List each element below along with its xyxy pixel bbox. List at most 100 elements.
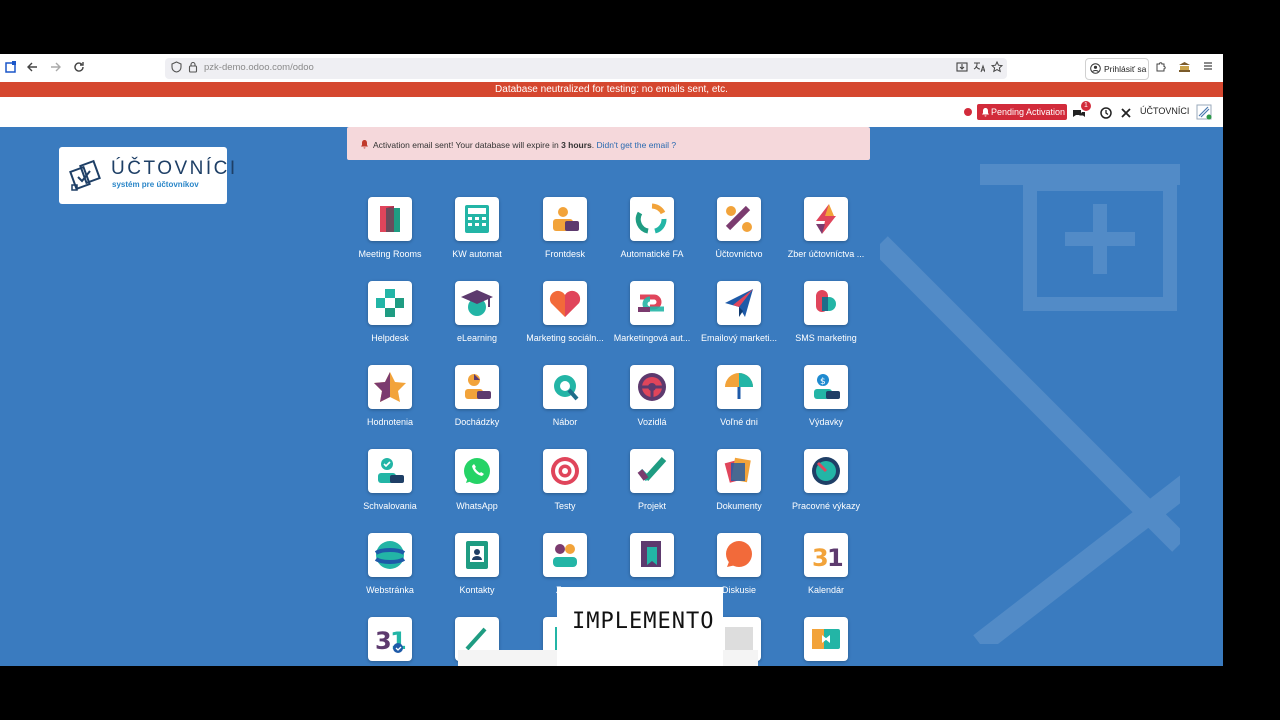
paper-plane-icon[interactable] [717,281,761,325]
app-label[interactable]: Testy [515,501,615,511]
star-icon[interactable] [368,365,412,409]
app-tile[interactable]: Dokumenty [694,449,784,533]
app-label[interactable]: Voľné dni [689,417,789,427]
target-icon[interactable] [543,449,587,493]
forward-icon[interactable] [48,60,64,76]
app-tile[interactable]: Projekt [607,449,697,533]
recurring-icon[interactable] [630,197,674,241]
app-label[interactable]: Schvalovania [340,501,440,511]
app-label[interactable]: Emailový marketi... [689,333,789,343]
app-tile[interactable]: Marketingová aut... [607,281,697,365]
app-label[interactable]: Marketingová aut... [602,333,702,343]
pending-activation-button[interactable]: Pending Activation [977,104,1067,120]
translate-icon[interactable] [973,61,986,76]
whatsapp-icon[interactable] [455,449,499,493]
app-tile[interactable]: eLearning [432,281,522,365]
app-tile[interactable]: Emailový marketi... [694,281,784,365]
app-label[interactable]: Výdavky [776,417,876,427]
app-tile[interactable]: Automatické FA [607,197,697,281]
contacts-icon[interactable] [455,533,499,577]
calculator-icon[interactable] [455,197,499,241]
timer-icon[interactable] [804,449,848,493]
app-tile[interactable]: Voľné dni [694,365,784,449]
app-tile[interactable]: Účtovníctvo [694,197,784,281]
recruitment-icon[interactable] [543,365,587,409]
lock-icon[interactable] [188,61,198,76]
signin-label[interactable]: Prihlásiť sa [1104,64,1146,74]
app-tile[interactable]: 3 1 Kalendár [781,533,871,617]
accounting-icon[interactable] [717,197,761,241]
app-tile[interactable]: Helpdesk [345,281,435,365]
user-avatar[interactable] [1196,104,1212,125]
app-tile[interactable] [781,617,871,666]
app-label[interactable]: KW automat [427,249,527,259]
app-label[interactable]: Nábor [515,417,615,427]
app-label[interactable]: Projekt [602,501,702,511]
discuss-icon[interactable] [717,533,761,577]
meeting-rooms-icon[interactable] [368,197,412,241]
signin-button[interactable]: Prihlásiť sa [1085,58,1149,80]
app-label[interactable]: Hodnotenia [340,417,440,427]
app-label[interactable]: Meeting Rooms [340,249,440,259]
app-tile[interactable]: Kontakty [432,533,522,617]
pending-activation-label[interactable]: Pending Activation [991,104,1065,120]
menu-icon[interactable] [1200,60,1216,76]
app-tile[interactable]: Testy [520,449,610,533]
chat-icon[interactable]: 1 [1072,101,1091,125]
steering-wheel-icon[interactable] [630,365,674,409]
app-tile[interactable]: Dochádzky [432,365,522,449]
app-label[interactable]: Zber účtovníctva ... [776,249,876,259]
shield-icon[interactable] [171,61,182,76]
approvals-icon[interactable] [368,449,412,493]
app-label[interactable]: Marketing sociáln... [515,333,615,343]
app-tile[interactable]: Meeting Rooms [345,197,435,281]
app-tile[interactable]: Schvalovania [345,449,435,533]
activity-clock-icon[interactable] [1100,106,1112,124]
app-tile[interactable]: Webstránka [345,533,435,617]
app-tile[interactable]: WhatsApp [432,449,522,533]
app-label[interactable]: Kontakty [427,585,527,595]
app-tile[interactable]: SMS marketing [781,281,871,365]
app-label[interactable]: eLearning [427,333,527,343]
app-label[interactable]: Účtovníctvo [689,249,789,259]
slides-icon[interactable] [804,617,848,661]
app-label[interactable]: Kalendár [776,585,876,595]
app-tile[interactable]: Marketing sociáln... [520,281,610,365]
expenses-icon[interactable]: $ [804,365,848,409]
checkmark-icon[interactable] [630,449,674,493]
app-label[interactable]: Dochádzky [427,417,527,427]
company-switcher[interactable]: ÚČTOVNÍCI [1140,106,1189,116]
lightning-icon[interactable] [804,197,848,241]
app-label[interactable]: SMS marketing [776,333,876,343]
attendance-icon[interactable] [455,365,499,409]
back-icon[interactable] [24,60,40,76]
app-tile[interactable]: 31 [345,617,435,666]
app-tile[interactable]: Frontdesk [520,197,610,281]
heart-icon[interactable] [543,281,587,325]
app-label[interactable]: Automatické FA [602,249,702,259]
documents-icon[interactable] [717,449,761,493]
calendar-icon[interactable]: 31 [804,533,848,577]
url-text[interactable]: pzk-demo.odoo.com/odoo [204,62,314,73]
resend-email-link[interactable]: Didn't get the email ? [597,140,677,150]
frontdesk-icon[interactable] [543,197,587,241]
app-tile[interactable]: KW automat [432,197,522,281]
employees-icon[interactable] [543,533,587,577]
app-tile[interactable]: Hodnotenia [345,365,435,449]
app-label[interactable]: Dokumenty [689,501,789,511]
address-bar[interactable]: pzk-demo.odoo.com/odoo [165,58,1007,79]
extensions-icon[interactable] [1152,60,1168,76]
app-tile[interactable]: $ Výdavky [781,365,871,449]
umbrella-icon[interactable] [717,365,761,409]
app-tile[interactable]: Pracovné výkazy [781,449,871,533]
helpdesk-icon[interactable] [368,281,412,325]
app-tile[interactable]: Vozidlá [607,365,697,449]
bank-extension-icon[interactable] [1176,60,1192,76]
install-icon[interactable] [956,61,968,76]
app-label[interactable]: Vozidlá [602,417,702,427]
graduation-cap-icon[interactable] [455,281,499,325]
tab-overview-icon[interactable] [3,60,19,76]
app-tile[interactable]: Nábor [520,365,610,449]
app-label[interactable]: Pracovné výkazy [776,501,876,511]
sms-icon[interactable] [804,281,848,325]
